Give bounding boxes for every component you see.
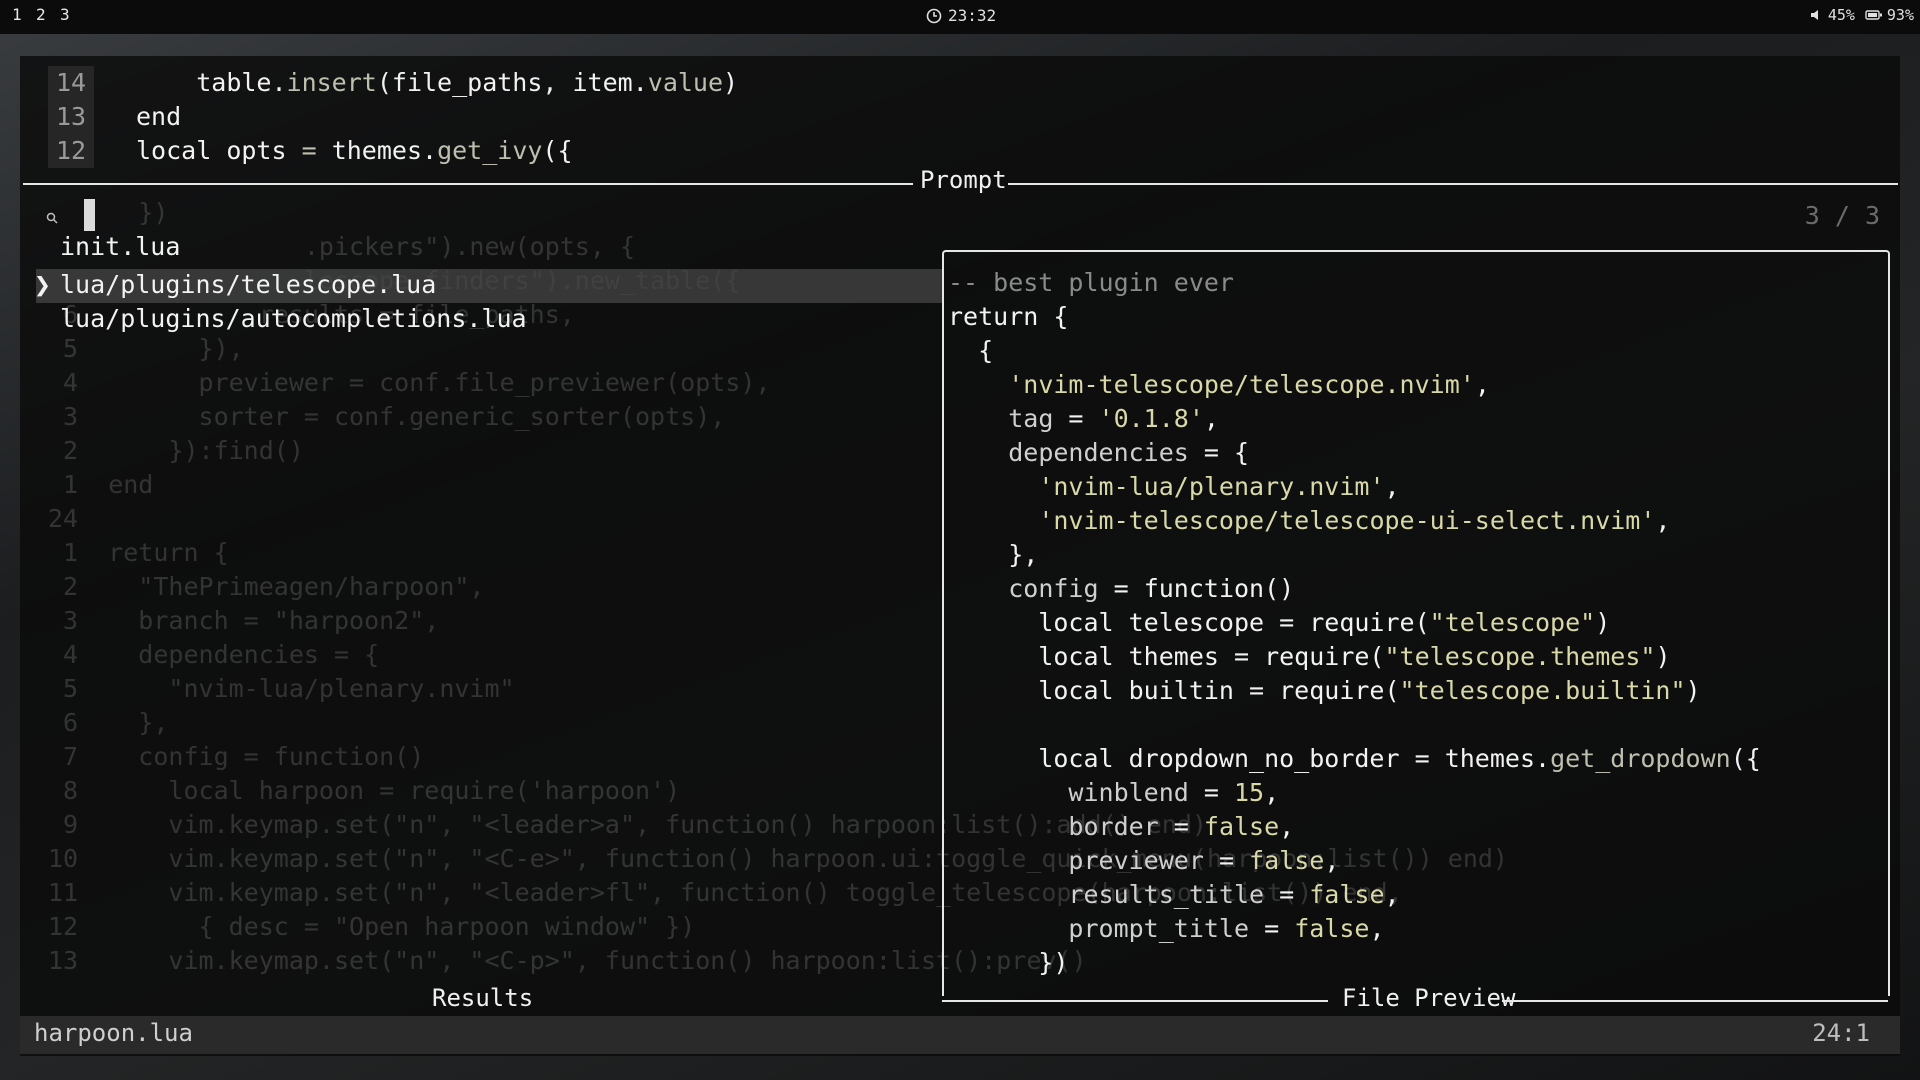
preview-code-line: tag = '0.1.8', bbox=[1008, 404, 1219, 433]
background-code-line: 3 sorter = conf.generic_sorter(opts), bbox=[48, 402, 726, 431]
preview-code-line: prompt_title = false, bbox=[1068, 914, 1385, 943]
result-item-init[interactable]: init.lua bbox=[60, 230, 180, 264]
workspace-3[interactable]: 3 bbox=[60, 5, 70, 24]
workspace-1[interactable]: 1 bbox=[12, 5, 22, 24]
clock-icon bbox=[926, 8, 942, 23]
background-code-line: 13 vim.keymap.set("n", "<C-p>", function… bbox=[48, 946, 1087, 975]
prompt-border-left bbox=[23, 183, 913, 185]
results-title: Results bbox=[432, 984, 534, 1012]
preview-code-line: -- best plugin ever bbox=[948, 268, 1234, 297]
background-code-line: 6 }, bbox=[48, 708, 169, 737]
preview-code-line: local builtin = require("telescope.built… bbox=[948, 676, 1701, 705]
selection-caret-icon: ❯ bbox=[34, 268, 51, 301]
preview-code-line: local themes = require("telescope.themes… bbox=[948, 642, 1671, 671]
background-code-line: 24 bbox=[48, 504, 79, 533]
preview-code-line: dependencies = { bbox=[1008, 438, 1250, 467]
preview-border-bottom-left bbox=[942, 1000, 1328, 1002]
preview-title: File Preview bbox=[1342, 984, 1516, 1012]
background-code-line: }) bbox=[48, 198, 169, 227]
background-code-line: 4 dependencies = { bbox=[48, 640, 380, 669]
battery-icon bbox=[1865, 10, 1882, 20]
background-code-line: 3 branch = "harpoon2", bbox=[48, 606, 440, 635]
background-code-line: 7 config = function() bbox=[48, 742, 425, 771]
preview-code-line: 'nvim-lua/plenary.nvim', bbox=[1038, 472, 1400, 501]
preview-border-bottom-right bbox=[1502, 1000, 1888, 1002]
workspace-2[interactable]: 2 bbox=[36, 5, 46, 24]
background-code-line: 5 }), bbox=[48, 334, 244, 363]
code-line: local opts = themes.get_ivy({ bbox=[136, 136, 573, 165]
volume-level: 45% bbox=[1827, 6, 1855, 24]
preview-code-line: }) bbox=[948, 948, 1069, 977]
system-tray: 45% 93% bbox=[1810, 6, 1914, 24]
background-code-line: 5 "nvim-lua/plenary.nvim" bbox=[48, 674, 515, 703]
preview-code-line: { bbox=[948, 336, 994, 365]
preview-code-line: local telescope = require("telescope") bbox=[948, 608, 1611, 637]
preview-code-line: }, bbox=[948, 540, 1039, 569]
background-code-line: 4 previewer = conf.file_previewer(opts), bbox=[48, 368, 771, 397]
preview-code-line: local dropdown_no_border = themes.get_dr… bbox=[948, 744, 1761, 773]
preview-code-line: results_title = false, bbox=[1068, 880, 1400, 909]
prompt-title: Prompt bbox=[920, 166, 1007, 194]
preview-code-line: winblend = 15, bbox=[1068, 778, 1280, 807]
line-number: 14 bbox=[55, 68, 87, 97]
preview-code-line: return { bbox=[948, 302, 1069, 331]
line-number: 13 bbox=[55, 102, 87, 131]
cursor-position: 24:1 bbox=[1812, 1019, 1870, 1047]
status-line: harpoon.lua 24:1 bbox=[20, 1016, 1900, 1054]
speaker-icon bbox=[1810, 10, 1818, 20]
result-item-telescope[interactable]: lua/plugins/telescope.lua bbox=[60, 268, 436, 302]
battery-indicator[interactable]: 93% bbox=[1865, 6, 1914, 24]
preview-code-line: previewer = false, bbox=[1068, 846, 1340, 875]
neovim-window: 14 table.insert(file_paths, item.value) 1… bbox=[20, 56, 1900, 1056]
preview-code-line: 'nvim-telescope/telescope-ui-select.nvim… bbox=[1038, 506, 1671, 535]
code-line: table.insert(file_paths, item.value) bbox=[196, 68, 739, 97]
result-item-autocompletions[interactable]: lua/plugins/autocompletions.lua bbox=[60, 302, 527, 336]
clock: 23:32 bbox=[926, 6, 996, 25]
battery-level: 93% bbox=[1886, 6, 1914, 24]
background-code-line: 12 { desc = "Open harpoon window" }) bbox=[48, 912, 696, 941]
background-code-line: 1 end bbox=[48, 470, 154, 499]
results-count: 3 / 3 bbox=[1804, 201, 1880, 230]
volume-indicator[interactable]: 45% bbox=[1810, 6, 1855, 24]
preview-code-line: config = function() bbox=[1008, 574, 1295, 603]
prompt-border-right bbox=[1008, 183, 1898, 185]
line-number: 12 bbox=[55, 136, 87, 165]
background-code-line: 2 "ThePrimeagen/harpoon", bbox=[48, 572, 485, 601]
background-code-line: 8 local harpoon = require('harpoon') bbox=[48, 776, 681, 805]
clock-time: 23:32 bbox=[948, 6, 997, 25]
status-filename: harpoon.lua bbox=[34, 1019, 193, 1047]
background-code-line: 1 return { bbox=[48, 538, 229, 567]
preview-code-line: border = false, bbox=[1068, 812, 1295, 841]
top-status-bar: 1 2 3 23:32 45% 93% bbox=[0, 0, 1920, 34]
background-code-line: 2 }):find() bbox=[48, 436, 304, 465]
preview-code-line: 'nvim-telescope/telescope.nvim', bbox=[1008, 370, 1490, 399]
code-line: end bbox=[136, 102, 182, 131]
